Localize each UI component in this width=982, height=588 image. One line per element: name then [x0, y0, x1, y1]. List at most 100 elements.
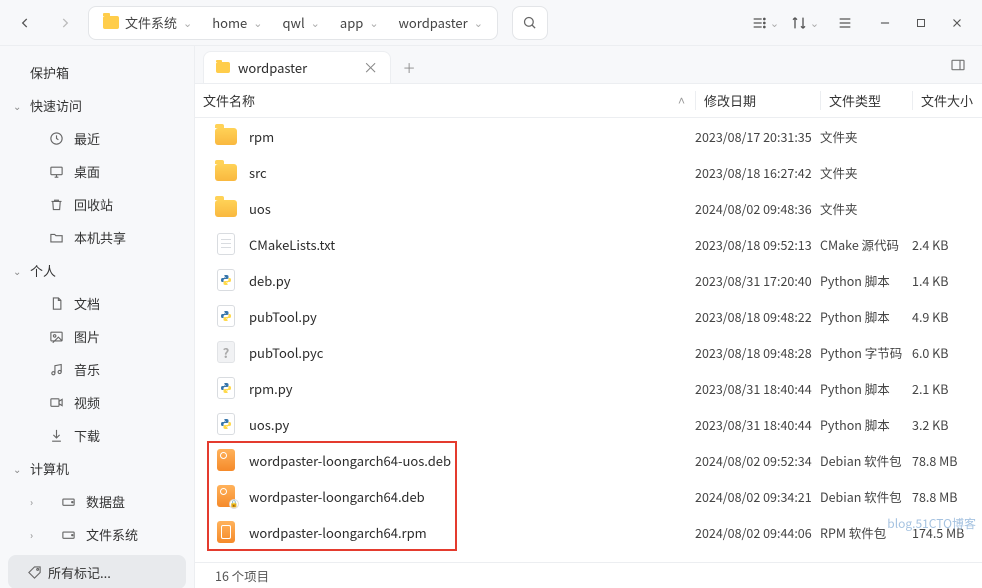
breadcrumb-item[interactable]: home ⌄ — [202, 8, 272, 38]
breadcrumb-label: 文件系统 — [125, 13, 177, 32]
python-icon — [217, 413, 235, 435]
sidebar-item-label: 下载 — [74, 426, 100, 445]
column-header-type[interactable]: 文件类型 — [820, 91, 912, 110]
chevron-down-icon: ⌄ — [369, 15, 378, 31]
sidebar-item-label: 本机共享 — [74, 228, 126, 247]
breadcrumb-label: app — [340, 13, 363, 32]
file-date: 2023/08/17 20:31:35 — [695, 127, 820, 146]
file-type: Python 脚本 — [820, 379, 912, 398]
table-row[interactable]: pubTool.py2023/08/18 09:48:22Python 脚本4.… — [195, 298, 982, 334]
table-row[interactable]: deb.py2023/08/31 17:20:40Python 脚本1.4 KB — [195, 262, 982, 298]
file-name: src — [249, 163, 267, 182]
chevron-down-icon: ⌄ — [311, 15, 320, 31]
file-type: CMake 源代码 — [820, 235, 912, 254]
table-row[interactable]: rpm2023/08/17 20:31:35文件夹 — [195, 118, 982, 154]
file-date: 2024/08/02 09:34:21 — [695, 487, 820, 506]
sidebar-item-computer[interactable]: ⌄ 计算机 — [0, 452, 194, 485]
table-row[interactable]: src2023/08/18 16:27:42文件夹 — [195, 154, 982, 190]
file-type: 文件夹 — [820, 163, 912, 182]
table-row[interactable]: wordpaster-loongarch64.rpm2024/08/02 09:… — [195, 514, 982, 550]
chevron-down-icon: ⌄ — [474, 15, 483, 31]
menu-button[interactable] — [828, 6, 862, 40]
rpm-package-icon — [217, 521, 235, 543]
file-date: 2023/08/31 17:20:40 — [695, 271, 820, 290]
search-button[interactable] — [512, 6, 548, 40]
table-row[interactable]: 🔒wordpaster-loongarch64.deb2024/08/02 09… — [195, 478, 982, 514]
clock-icon — [48, 131, 64, 146]
sidebar-item-label: 文件系统 — [86, 525, 138, 544]
tag-icon — [26, 565, 42, 580]
sidebar-item-recent[interactable]: 最近 — [0, 122, 194, 155]
file-date: 2023/08/18 09:48:28 — [695, 343, 820, 362]
sidebar-item-label: 个人 — [30, 261, 56, 280]
file-name: uos — [249, 199, 271, 218]
file-size: 2.1 KB — [912, 379, 982, 398]
file-name: pubTool.pyc — [249, 343, 323, 362]
folder-icon — [215, 200, 237, 217]
folder-icon — [48, 230, 64, 245]
sidebar-item-music[interactable]: 音乐 — [0, 353, 194, 386]
sidebar-item-desktop[interactable]: 桌面 — [0, 155, 194, 188]
sidebar-item-pictures[interactable]: 图片 — [0, 320, 194, 353]
tab-label: wordpaster — [238, 58, 307, 77]
table-row[interactable]: rpm.py2023/08/31 18:40:44Python 脚本2.1 KB — [195, 370, 982, 406]
breadcrumb-item[interactable]: wordpaster ⌄ — [389, 8, 493, 38]
window-maximize-button[interactable] — [904, 6, 938, 40]
new-tab-button[interactable]: ＋ — [395, 53, 423, 81]
close-icon[interactable]: × — [363, 60, 378, 75]
file-date: 2023/08/18 09:48:22 — [695, 307, 820, 326]
file-type: Python 脚本 — [820, 307, 912, 326]
file-date: 2023/08/31 18:40:44 — [695, 379, 820, 398]
sidebar-item-videos[interactable]: 视频 — [0, 386, 194, 419]
table-row[interactable]: wordpaster-loongarch64-uos.deb2024/08/02… — [195, 442, 982, 478]
file-date: 2024/08/02 09:44:06 — [695, 523, 820, 542]
sidebar-item-datadisk[interactable]: › 数据盘 — [0, 485, 194, 518]
breadcrumb-item[interactable]: qwl ⌄ — [272, 8, 329, 38]
folder-icon — [216, 62, 230, 73]
sidebar-item-downloads[interactable]: 下载 — [0, 419, 194, 452]
column-header-size[interactable]: 文件大小 — [912, 91, 982, 110]
view-mode-button[interactable]: ⌄ — [748, 6, 782, 40]
sidebar-item-label: 音乐 — [74, 360, 100, 379]
python-icon — [217, 305, 235, 327]
sidebar-item-label: 图片 — [74, 327, 100, 346]
sidebar-item-safebox[interactable]: 保护箱 — [0, 56, 194, 89]
sidebar-item-alltags[interactable]: 所有标记... — [8, 555, 186, 588]
sidebar-item-documents[interactable]: 文档 — [0, 287, 194, 320]
sidebar-item-label: 最近 — [74, 129, 100, 148]
file-type: Python 脚本 — [820, 415, 912, 434]
sort-button[interactable]: ⌄ — [788, 6, 822, 40]
nav-forward-button[interactable] — [48, 6, 82, 40]
file-date: 2024/08/02 09:52:34 — [695, 451, 820, 470]
python-icon — [217, 377, 235, 399]
side-panel-button[interactable] — [942, 49, 974, 81]
breadcrumb-label: wordpaster — [399, 13, 468, 32]
column-header-name[interactable]: 文件名称 ˄ — [203, 91, 695, 110]
file-date: 2023/08/31 18:40:44 — [695, 415, 820, 434]
sidebar-item-trash[interactable]: 回收站 — [0, 188, 194, 221]
titlebar: 文件系统 ⌄ home ⌄ qwl ⌄ app ⌄ wordpaster ⌄ — [0, 0, 982, 46]
breadcrumb-root[interactable]: 文件系统 ⌄ — [93, 8, 202, 38]
window-close-button[interactable] — [940, 6, 974, 40]
status-text: 16 个项目 — [215, 566, 269, 585]
column-header-date[interactable]: 修改日期 — [695, 91, 820, 110]
sidebar-item-filesystem[interactable]: › 文件系统 — [0, 518, 194, 551]
tab-wordpaster[interactable]: wordpaster × — [203, 51, 391, 83]
sidebar-item-share[interactable]: 本机共享 — [0, 221, 194, 254]
sidebar-item-personal[interactable]: ⌄ 个人 — [0, 254, 194, 287]
table-row[interactable]: uos.py2023/08/31 18:40:44Python 脚本3.2 KB — [195, 406, 982, 442]
chevron-down-icon: ⌄ — [253, 15, 262, 31]
table-row[interactable]: uos2024/08/02 09:48:36文件夹 — [195, 190, 982, 226]
table-row[interactable]: CMakeLists.txt2023/08/18 09:52:13CMake 源… — [195, 226, 982, 262]
window-minimize-button[interactable] — [868, 6, 902, 40]
nav-back-button[interactable] — [8, 6, 42, 40]
breadcrumb-label: qwl — [282, 13, 304, 32]
sidebar-item-quickaccess[interactable]: ⌄ 快速访问 — [0, 89, 194, 122]
bytecode-icon: ? — [217, 341, 235, 363]
main: wordpaster × ＋ 文件名称 ˄ 修改日期 文件类型 文件大小 — [195, 46, 982, 588]
table-row[interactable]: ?pubTool.pyc2023/08/18 09:48:28Python 字节… — [195, 334, 982, 370]
sort-asc-icon: ˄ — [678, 92, 685, 109]
file-name: uos.py — [249, 415, 289, 434]
breadcrumb-item[interactable]: app ⌄ — [330, 8, 389, 38]
sidebar-item-label: 视频 — [74, 393, 100, 412]
